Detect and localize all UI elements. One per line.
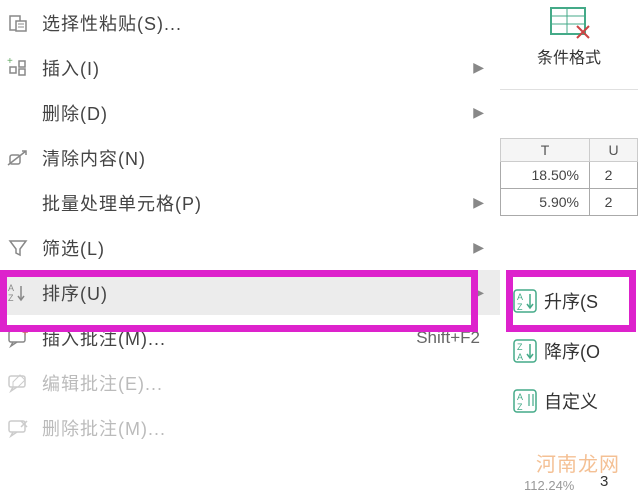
comment-insert-icon: + <box>0 328 36 348</box>
svg-text:A: A <box>8 283 14 293</box>
submenu-arrow-icon: ▶ <box>473 239 490 256</box>
submenu-arrow-icon: ▶ <box>473 284 490 301</box>
insert-icon: + <box>0 57 36 79</box>
menu-sort[interactable]: AZ 排序(U) ▶ <box>0 270 500 315</box>
column-header-t[interactable]: T <box>500 139 590 161</box>
menu-edit-comment: 编辑批注(E)... <box>0 360 500 405</box>
menu-label: 排序(U) <box>36 280 473 306</box>
context-menu: 选择性粘贴(S)... + 插入(I) ▶ 删除(D) ▶ 清除内容(N) 批量… <box>0 0 500 450</box>
menu-label: 编辑批注(E)... <box>36 370 490 396</box>
menu-label: 清除内容(N) <box>36 145 490 171</box>
sort-desc-icon: ZA <box>506 338 544 364</box>
svg-text:Z: Z <box>8 293 14 303</box>
comment-delete-icon <box>0 418 36 438</box>
menu-delete[interactable]: 删除(D) ▶ <box>0 90 500 135</box>
watermark-text: 河南龙网 <box>536 448 620 477</box>
submenu-label: 升序(S <box>544 288 598 314</box>
menu-filter[interactable]: 筛选(L) ▶ <box>0 225 500 270</box>
filter-icon <box>0 238 36 258</box>
svg-text:+: + <box>7 57 13 67</box>
svg-text:Z: Z <box>517 402 523 412</box>
menu-shortcut: Shift+F2 <box>416 328 490 348</box>
paste-special-icon <box>0 12 36 34</box>
menu-label: 选择性粘贴(S)... <box>36 10 490 36</box>
svg-text:Z: Z <box>517 302 523 312</box>
conditional-format-icon <box>547 4 591 40</box>
submenu-ascending[interactable]: AZ 升序(S <box>506 276 638 326</box>
ribbon-label: 条件格式 <box>537 44 601 68</box>
svg-text:A: A <box>517 292 523 302</box>
menu-paste-special[interactable]: 选择性粘贴(S)... <box>0 0 500 45</box>
sort-custom-icon: AZ <box>506 388 544 414</box>
menu-insert-comment[interactable]: + 插入批注(M)... Shift+F2 <box>0 315 500 360</box>
cell-value[interactable]: 2 <box>590 162 638 189</box>
svg-text:A: A <box>517 392 523 402</box>
partial-cell-value: 112.24% <box>524 478 574 493</box>
cell-value[interactable]: 2 <box>590 189 638 216</box>
comment-edit-icon <box>0 373 36 393</box>
ribbon-conditional-format[interactable]: 条件格式 <box>500 0 638 90</box>
svg-text:A: A <box>517 352 523 362</box>
menu-clear-contents[interactable]: 清除内容(N) <box>0 135 500 180</box>
submenu-arrow-icon: ▶ <box>473 104 490 121</box>
menu-label: 删除批注(M)... <box>36 415 490 441</box>
submenu-descending[interactable]: ZA 降序(O <box>506 326 638 376</box>
submenu-label: 降序(O <box>544 338 600 364</box>
sort-submenu: AZ 升序(S ZA 降序(O AZ 自定义 <box>506 276 638 426</box>
right-panel: 条件格式 T U 18.50% 2 5.90% 2 <box>500 0 638 503</box>
clear-icon <box>0 147 36 169</box>
cell-value[interactable]: 18.50% <box>500 162 590 189</box>
submenu-arrow-icon: ▶ <box>473 194 490 211</box>
submenu-custom-sort[interactable]: AZ 自定义 <box>506 376 638 426</box>
svg-text:+: + <box>22 328 28 339</box>
cell-value[interactable]: 5.90% <box>500 189 590 216</box>
menu-label: 插入(I) <box>36 55 473 81</box>
table-row[interactable]: 18.50% 2 <box>500 162 638 189</box>
menu-label: 删除(D) <box>36 100 473 126</box>
menu-label: 批量处理单元格(P) <box>36 190 473 216</box>
menu-label: 插入批注(M)... <box>36 325 416 351</box>
spreadsheet-fragment: T U 18.50% 2 5.90% 2 <box>500 138 638 216</box>
submenu-label: 自定义 <box>544 388 598 414</box>
menu-insert[interactable]: + 插入(I) ▶ <box>0 45 500 90</box>
menu-delete-comment: 删除批注(M)... <box>0 405 500 450</box>
column-header-u[interactable]: U <box>590 139 638 161</box>
submenu-arrow-icon: ▶ <box>473 59 490 76</box>
sort-icon: AZ <box>0 282 36 304</box>
menu-label: 筛选(L) <box>36 235 473 261</box>
table-row[interactable]: 5.90% 2 <box>500 189 638 216</box>
menu-batch-cells[interactable]: 批量处理单元格(P) ▶ <box>0 180 500 225</box>
sort-asc-icon: AZ <box>506 288 544 314</box>
svg-text:Z: Z <box>517 342 523 352</box>
